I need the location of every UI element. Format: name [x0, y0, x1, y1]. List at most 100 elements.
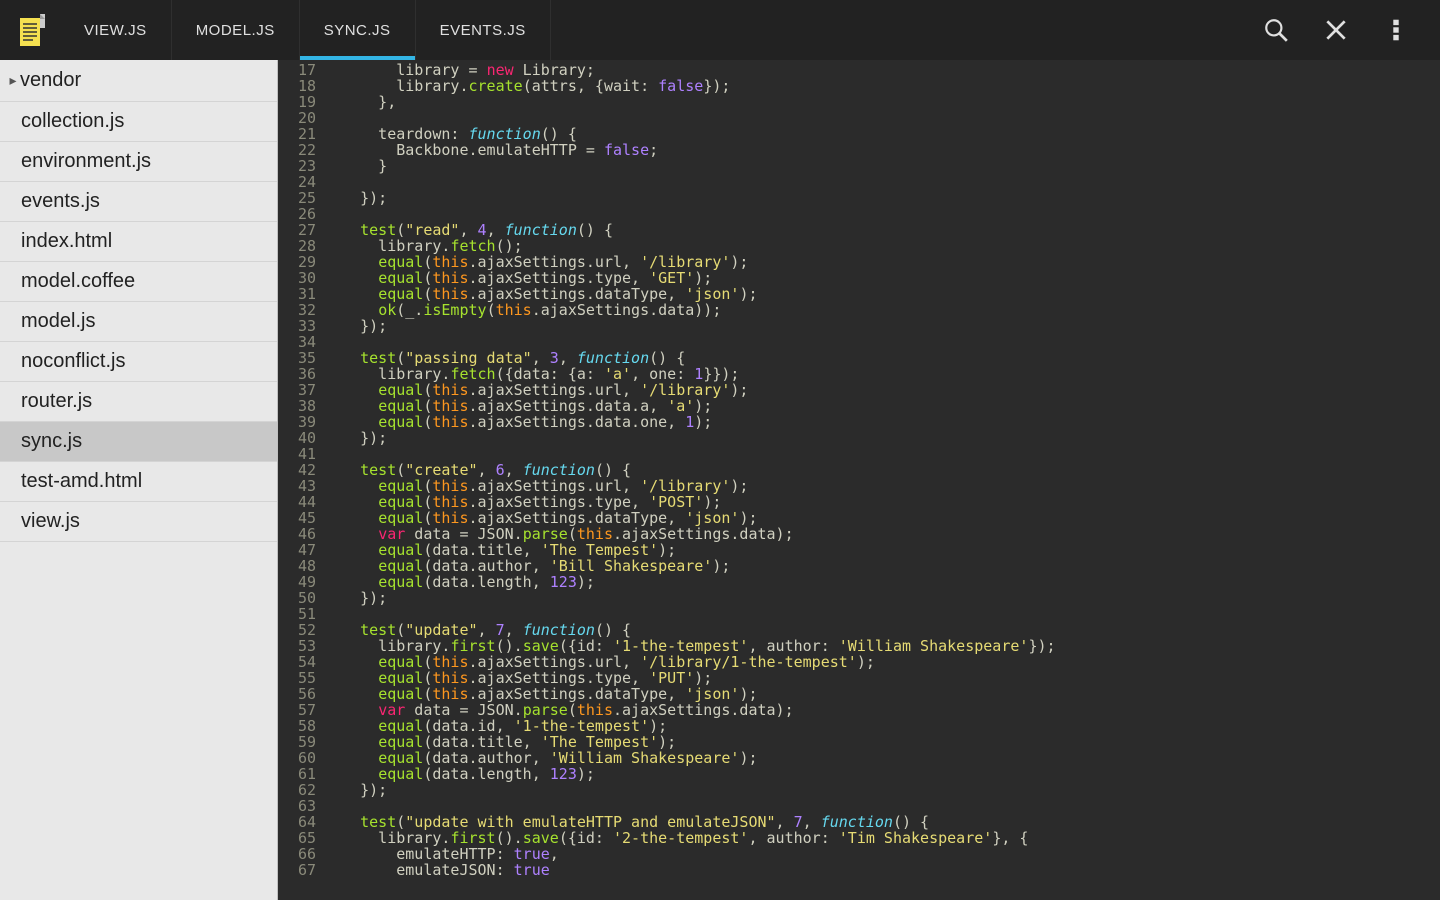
code-line: equal(this.ajaxSettings.type, 'PUT');: [324, 670, 1440, 686]
line-number: 22: [278, 142, 316, 158]
line-number: 26: [278, 206, 316, 222]
line-number: 43: [278, 478, 316, 494]
code-line: var data = JSON.parse(this.ajaxSettings.…: [324, 702, 1440, 718]
code-line: library.fetch({data: {a: 'a', one: 1}});: [324, 366, 1440, 382]
file-item[interactable]: model.coffee: [0, 262, 277, 302]
code-line: Backbone.emulateHTTP = false;: [324, 142, 1440, 158]
line-number: 40: [278, 430, 316, 446]
line-number: 62: [278, 782, 316, 798]
overflow-menu-button[interactable]: [1366, 0, 1426, 60]
file-item[interactable]: sync.js: [0, 422, 277, 462]
app-icon[interactable]: [0, 0, 60, 60]
code-line: library.first().save({id: '1-the-tempest…: [324, 638, 1440, 654]
search-icon: [1263, 17, 1289, 43]
code-line: equal(data.length, 123);: [324, 766, 1440, 782]
file-item[interactable]: test-amd.html: [0, 462, 277, 502]
code-line: test("create", 6, function() {: [324, 462, 1440, 478]
line-number: 34: [278, 334, 316, 350]
line-number-gutter: 1718192021222324252627282930313233343536…: [278, 60, 324, 900]
tab-bar: VIEW.JSMODEL.JSSYNC.JSEVENTS.JS: [60, 0, 1246, 60]
folder-label: vendor: [20, 69, 81, 92]
code-line: equal(this.ajaxSettings.url, '/library')…: [324, 254, 1440, 270]
line-number: 50: [278, 590, 316, 606]
file-item[interactable]: view.js: [0, 502, 277, 542]
line-number: 57: [278, 702, 316, 718]
line-number: 56: [278, 686, 316, 702]
line-number: 29: [278, 254, 316, 270]
close-button[interactable]: [1306, 0, 1366, 60]
code-line: [324, 606, 1440, 622]
line-number: 54: [278, 654, 316, 670]
line-number: 20: [278, 110, 316, 126]
file-item[interactable]: router.js: [0, 382, 277, 422]
code-area[interactable]: library = new Library; library.create(at…: [324, 60, 1440, 900]
code-line: equal(this.ajaxSettings.type, 'GET');: [324, 270, 1440, 286]
code-line: equal(this.ajaxSettings.url, '/library')…: [324, 382, 1440, 398]
line-number: 67: [278, 862, 316, 878]
file-item[interactable]: index.html: [0, 222, 277, 262]
code-line: library.first().save({id: '2-the-tempest…: [324, 830, 1440, 846]
file-item[interactable]: noconflict.js: [0, 342, 277, 382]
code-line: [324, 174, 1440, 190]
line-number: 59: [278, 734, 316, 750]
code-line: [324, 206, 1440, 222]
chevron-right-icon: ▸: [6, 72, 20, 89]
code-line: equal(data.length, 123);: [324, 574, 1440, 590]
line-number: 24: [278, 174, 316, 190]
code-line: library.create(attrs, {wait: false});: [324, 78, 1440, 94]
toolbar-actions: [1246, 0, 1440, 60]
file-item[interactable]: events.js: [0, 182, 277, 222]
line-number: 64: [278, 814, 316, 830]
code-line: [324, 798, 1440, 814]
code-line: }: [324, 158, 1440, 174]
code-line: emulateJSON: true: [324, 862, 1440, 878]
line-number: 32: [278, 302, 316, 318]
line-number: 37: [278, 382, 316, 398]
code-line: equal(data.title, 'The Tempest');: [324, 734, 1440, 750]
code-line: equal(this.ajaxSettings.type, 'POST');: [324, 494, 1440, 510]
code-line: equal(this.ajaxSettings.dataType, 'json'…: [324, 510, 1440, 526]
file-item[interactable]: collection.js: [0, 102, 277, 142]
line-number: 21: [278, 126, 316, 142]
code-line: },: [324, 94, 1440, 110]
toolbar: VIEW.JSMODEL.JSSYNC.JSEVENTS.JS: [0, 0, 1440, 60]
tab-events-js[interactable]: EVENTS.JS: [416, 0, 551, 60]
line-number: 18: [278, 78, 316, 94]
code-line: equal(this.ajaxSettings.url, '/library')…: [324, 478, 1440, 494]
line-number: 53: [278, 638, 316, 654]
code-line: });: [324, 782, 1440, 798]
file-item[interactable]: environment.js: [0, 142, 277, 182]
line-number: 66: [278, 846, 316, 862]
code-line: test("update with emulateHTTP and emulat…: [324, 814, 1440, 830]
code-editor[interactable]: 1718192021222324252627282930313233343536…: [278, 60, 1440, 900]
line-number: 63: [278, 798, 316, 814]
line-number: 49: [278, 574, 316, 590]
code-line: ok(_.isEmpty(this.ajaxSettings.data));: [324, 302, 1440, 318]
file-sidebar: ▸ vendor collection.jsenvironment.jseven…: [0, 60, 278, 900]
line-number: 41: [278, 446, 316, 462]
line-number: 61: [278, 766, 316, 782]
code-line: equal(data.title, 'The Tempest');: [324, 542, 1440, 558]
line-number: 55: [278, 670, 316, 686]
code-line: test("read", 4, function() {: [324, 222, 1440, 238]
file-item[interactable]: model.js: [0, 302, 277, 342]
line-number: 35: [278, 350, 316, 366]
line-number: 65: [278, 830, 316, 846]
code-line: equal(data.author, 'Bill Shakespeare');: [324, 558, 1440, 574]
code-line: library = new Library;: [324, 62, 1440, 78]
line-number: 58: [278, 718, 316, 734]
code-line: equal(this.ajaxSettings.data.one, 1);: [324, 414, 1440, 430]
tab-model-js[interactable]: MODEL.JS: [172, 0, 300, 60]
line-number: 17: [278, 62, 316, 78]
code-line: var data = JSON.parse(this.ajaxSettings.…: [324, 526, 1440, 542]
tab-sync-js[interactable]: SYNC.JS: [300, 0, 416, 60]
code-line: emulateHTTP: true,: [324, 846, 1440, 862]
tab-view-js[interactable]: VIEW.JS: [60, 0, 172, 60]
line-number: 38: [278, 398, 316, 414]
code-line: library.fetch();: [324, 238, 1440, 254]
code-line: });: [324, 430, 1440, 446]
line-number: 33: [278, 318, 316, 334]
folder-item[interactable]: ▸ vendor: [0, 60, 277, 102]
code-line: equal(data.id, '1-the-tempest');: [324, 718, 1440, 734]
search-button[interactable]: [1246, 0, 1306, 60]
